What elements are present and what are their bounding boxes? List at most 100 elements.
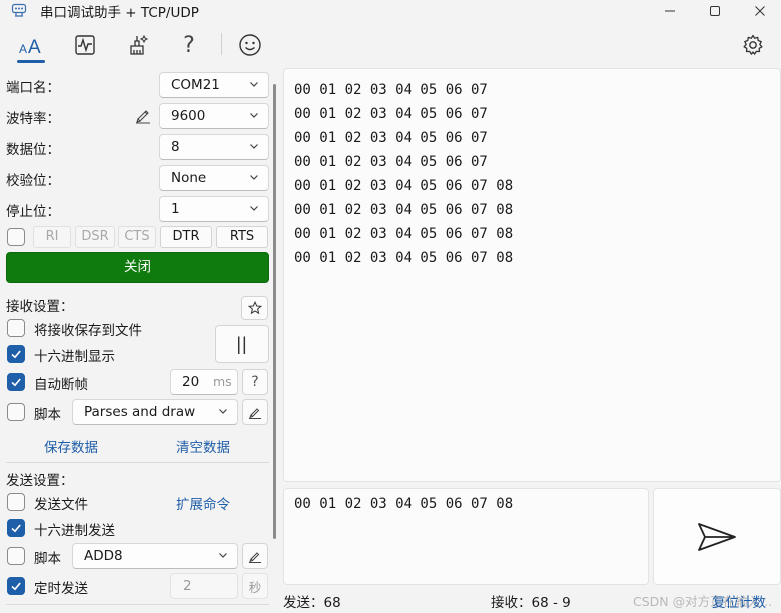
close-port-button[interactable]: 关闭	[6, 252, 269, 283]
auto-frame-checkbox[interactable]	[7, 373, 25, 391]
settings-button[interactable]	[736, 30, 770, 60]
send-script-select[interactable]: ADD8	[72, 543, 238, 569]
check-icon	[11, 524, 21, 533]
clean-button[interactable]	[121, 30, 155, 60]
databits-select[interactable]: 8	[159, 134, 269, 160]
timed-send-label: 定时发送	[34, 581, 88, 597]
baud-value: 9600	[171, 108, 206, 124]
chevron-down-icon	[219, 409, 227, 414]
hex-display-checkbox[interactable]	[7, 345, 25, 363]
chevron-down-icon	[250, 206, 258, 211]
auto-frame-label: 自动断帧	[34, 377, 88, 393]
clear-data-button[interactable]: 清空数据	[176, 436, 230, 456]
receive-script-checkbox[interactable]	[7, 403, 25, 421]
send-script-checkbox[interactable]	[7, 547, 25, 565]
maximize-icon	[710, 6, 720, 16]
pen-icon	[249, 408, 261, 419]
send-icon	[698, 522, 736, 551]
send-button[interactable]	[653, 488, 781, 585]
received-count: 接收：68 - 9	[491, 595, 571, 611]
hex-display-label: 十六进制显示	[34, 349, 115, 365]
chevron-down-icon	[250, 113, 258, 118]
close-window-button[interactable]	[737, 0, 781, 22]
receive-line: 00 01 02 03 04 05 06 07 08	[294, 226, 514, 242]
send-input[interactable]: 00 01 02 03 04 05 06 07 08	[283, 488, 649, 585]
send-file-checkbox[interactable]	[7, 493, 25, 511]
timed-send-unit: 秒	[242, 573, 268, 599]
send-settings-label: 发送设置：	[6, 473, 74, 489]
send-script-edit-button[interactable]	[242, 543, 268, 569]
chevron-down-icon	[250, 175, 258, 180]
stopbits-select[interactable]: 1	[159, 196, 269, 222]
help-icon: ?	[251, 374, 259, 390]
minimize-button[interactable]	[647, 0, 693, 22]
chart-button[interactable]	[68, 30, 102, 60]
auto-frame-value: 20	[182, 374, 200, 390]
favorite-button[interactable]	[241, 296, 268, 320]
receive-line: 00 01 02 03 04 05 06 07	[294, 130, 488, 146]
save-data-button[interactable]: 保存数据	[44, 436, 98, 456]
serial-port-icon	[11, 2, 27, 18]
help-button[interactable]: ?	[172, 30, 206, 60]
scrollbar[interactable]	[273, 84, 276, 539]
active-tab-indicator	[17, 60, 45, 63]
star-icon	[247, 301, 262, 315]
parity-select[interactable]: None	[159, 165, 269, 191]
timed-send-value: 2	[183, 578, 192, 594]
chevron-down-icon	[250, 82, 258, 87]
auto-frame-help-button[interactable]: ?	[242, 369, 268, 395]
port-label: 端口名：	[6, 80, 60, 96]
save-to-file-label: 将接收保存到文件	[34, 323, 142, 339]
parity-value: None	[171, 170, 207, 186]
databits-label: 数据位：	[6, 142, 60, 158]
maximize-button[interactable]	[692, 0, 738, 22]
pin-cts[interactable]: CTS	[118, 226, 156, 248]
baud-edit-icon[interactable]	[134, 106, 152, 124]
receive-script-label: 脚本	[34, 407, 61, 423]
hex-send-checkbox[interactable]	[7, 519, 25, 537]
smile-button[interactable]	[233, 30, 267, 60]
receive-script-value: Parses and draw	[84, 404, 196, 420]
pins-checkbox[interactable]	[7, 228, 25, 246]
pin-dtr[interactable]: DTR	[160, 226, 212, 248]
baud-label: 波特率：	[6, 111, 60, 127]
close-icon	[755, 6, 765, 16]
pin-ri[interactable]: RI	[33, 226, 71, 248]
receive-line: 00 01 02 03 04 05 06 07 08	[294, 202, 514, 218]
gear-icon	[743, 34, 763, 55]
timed-send-checkbox[interactable]	[7, 577, 25, 595]
pause-button[interactable]: ||	[215, 325, 269, 363]
receive-settings-label: 接收设置：	[6, 299, 74, 315]
auto-frame-input[interactable]: 20 ms	[170, 369, 238, 395]
extend-command-button[interactable]: 扩展命令	[176, 493, 230, 513]
receive-script-edit-button[interactable]	[242, 399, 268, 425]
toolbar-separator	[221, 33, 222, 55]
pin-rts[interactable]: RTS	[216, 226, 268, 248]
receive-line: 00 01 02 03 04 05 06 07	[294, 106, 488, 122]
receive-script-select[interactable]: Parses and draw	[72, 399, 238, 425]
window-title: 串口调试助手 + TCP/UDP	[40, 5, 199, 21]
chart-icon	[75, 35, 95, 55]
reset-count-button[interactable]: 复位计数	[712, 591, 766, 611]
baud-select[interactable]: 9600	[159, 103, 269, 129]
sent-count: 发送：68	[283, 595, 341, 611]
save-to-file-checkbox[interactable]	[7, 319, 25, 337]
pin-dsr[interactable]: DSR	[75, 226, 115, 248]
receive-line: 00 01 02 03 04 05 06 07	[294, 82, 488, 98]
font-icon: A A	[19, 37, 41, 57]
stopbits-label: 停止位：	[6, 204, 60, 220]
timed-send-input[interactable]: 2	[170, 573, 238, 599]
minimize-icon	[665, 10, 675, 12]
pen-icon	[249, 552, 261, 563]
receive-line: 00 01 02 03 04 05 06 07 08	[294, 178, 514, 194]
check-icon	[11, 350, 21, 359]
port-select[interactable]: COM21	[159, 72, 269, 98]
check-icon	[11, 378, 21, 387]
chevron-down-icon	[219, 553, 227, 558]
receive-area[interactable]: 00 01 02 03 04 05 06 07 00 01 02 03 04 05…	[283, 68, 781, 482]
font-button[interactable]: A A	[14, 30, 48, 60]
help-icon: ?	[183, 32, 195, 58]
svg-text:A: A	[19, 42, 27, 56]
port-value: COM21	[171, 77, 220, 93]
parity-label: 校验位：	[6, 173, 60, 189]
